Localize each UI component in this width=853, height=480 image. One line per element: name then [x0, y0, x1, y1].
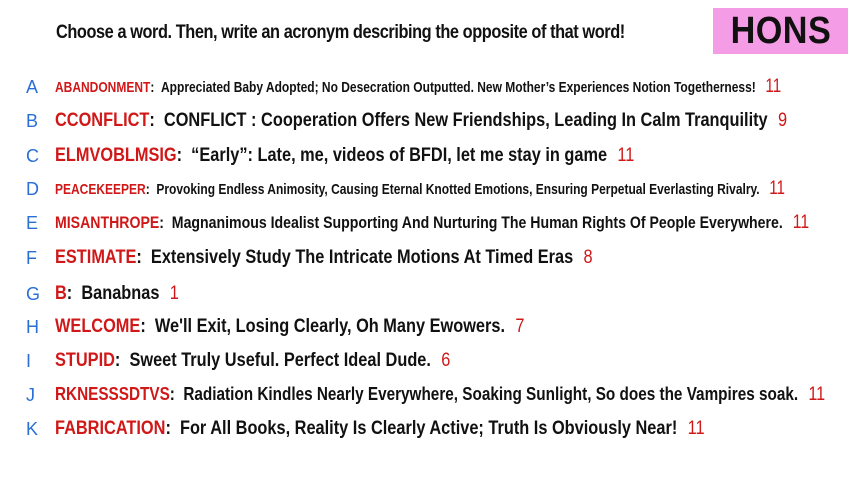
entry-acronym: Provoking Endless Animosity, Causing Ete…: [156, 181, 760, 198]
entry-acronym: Radiation Kindles Nearly Everywhere, Soa…: [183, 384, 799, 404]
entry-content: ESTIMATE: Extensively Study The Intricat…: [55, 247, 593, 269]
entry-content: ABANDONMENT: Appreciated Baby Adopted; N…: [55, 76, 781, 98]
entry-row: A ABANDONMENT: Appreciated Baby Adopted; …: [0, 72, 853, 102]
entry-letter-count: 11: [687, 418, 705, 439]
entry-letter: C: [26, 145, 39, 166]
badge-label: HONS: [730, 9, 831, 52]
entry-separator: :: [169, 384, 184, 404]
entry-content: CCONFLICT: CONFLICT : Cooperation Offers…: [55, 110, 787, 132]
entry-acronym: “Early”: Late, me, videos of BFDI, let m…: [191, 145, 608, 166]
entry-word: ELMVOBLMSIG: [55, 145, 177, 166]
entry-letter-count: 8: [583, 247, 593, 268]
entry-row: C ELMVOBLMSIG: “Early”: Late, me, videos …: [0, 141, 853, 171]
entry-content: B: Banabnas 1: [55, 283, 179, 305]
entry-letter-count: 11: [765, 76, 782, 97]
entry-content: STUPID: Sweet Truly Useful. Perfect Idea…: [55, 350, 450, 372]
entry-acronym: CONFLICT : Cooperation Offers New Friend…: [163, 110, 768, 131]
entry-separator: :: [145, 181, 157, 198]
entry-letter: J: [26, 384, 35, 405]
entry-letter: B: [26, 110, 39, 131]
entry-letter-count: 11: [617, 145, 635, 166]
entry-content: MISANTHROPE: Magnanimous Idealist Suppor…: [55, 212, 809, 234]
entry-word: PEACEKEEPER: [55, 181, 146, 198]
entry-separator: :: [165, 418, 180, 439]
entry-word: CCONFLICT: [55, 110, 150, 131]
entry-separator: :: [159, 213, 172, 232]
entry-separator: :: [114, 350, 130, 371]
entry-row: K FABRICATION: For All Books, Reality Is …: [0, 414, 853, 444]
entry-row: E MISANTHROPE: Magnanimous Idealist Suppo…: [0, 208, 853, 238]
entry-acronym: We'll Exit, Losing Clearly, Oh Many Ewow…: [154, 316, 505, 337]
entry-content: ELMVOBLMSIG: “Early”: Late, me, videos o…: [55, 145, 634, 167]
entry-word: STUPID: [55, 350, 115, 371]
entry-content: WELCOME: We'll Exit, Losing Clearly, Oh …: [55, 316, 524, 338]
entry-separator: :: [140, 316, 155, 337]
entry-separator: :: [136, 247, 151, 268]
entry-letter: I: [26, 350, 32, 371]
entry-content: RKNESSSDTVS: Radiation Kindles Nearly Ev…: [55, 384, 825, 406]
entry-word: WELCOME: [55, 316, 141, 337]
entry-acronym: Appreciated Baby Adopted; No Desecration…: [161, 79, 756, 96]
entry-letter: K: [26, 418, 39, 439]
entry-row: H WELCOME: We'll Exit, Losing Clearly, Oh…: [0, 312, 853, 342]
entry-letter: A: [26, 76, 39, 97]
entry-letter-count: 11: [792, 212, 810, 233]
entry-letter: E: [26, 212, 39, 233]
entry-separator: :: [149, 110, 164, 131]
entry-separator: :: [150, 79, 162, 96]
entry-row: J RKNESSSDTVS: Radiation Kindles Nearly E…: [0, 380, 853, 410]
entry-content: FABRICATION: For All Books, Reality Is C…: [55, 418, 705, 440]
entry-word: ABANDONMENT: [55, 79, 151, 96]
entry-word: B: [55, 283, 67, 304]
entry-word: RKNESSSDTVS: [55, 384, 170, 404]
entry-letter: F: [26, 247, 37, 268]
entry-letter: G: [26, 283, 41, 304]
entry-letter-count: 1: [169, 283, 179, 304]
entry-word: FABRICATION: [55, 418, 166, 439]
entry-acronym: Magnanimous Idealist Supporting And Nurt…: [171, 213, 783, 232]
entry-word: MISANTHROPE: [55, 213, 160, 232]
entry-separator: :: [176, 145, 192, 166]
entry-row: GB: Banabnas 1: [0, 279, 853, 309]
entry-separator: :: [66, 283, 82, 304]
entry-letter-count: 11: [769, 178, 785, 199]
entry-row: F ESTIMATE: Extensively Study The Intrica…: [0, 243, 853, 273]
entry-acronym: Banabnas: [81, 283, 160, 304]
entry-letter: H: [26, 316, 39, 337]
entry-letter-count: 11: [808, 384, 826, 405]
prompt-text: Choose a word. Then, write an acronym de…: [56, 22, 625, 43]
entry-letter-count: 6: [441, 350, 451, 371]
entry-letter-count: 7: [515, 316, 525, 337]
entry-word: ESTIMATE: [55, 247, 137, 268]
entry-acronym: Sweet Truly Useful. Perfect Ideal Dude.: [129, 350, 431, 371]
entry-acronym: Extensively Study The Intricate Motions …: [150, 247, 574, 268]
entry-acronym: For All Books, Reality Is Clearly Active…: [179, 418, 678, 439]
hons-badge: HONS: [713, 8, 848, 54]
entry-row: D PEACEKEEPER: Provoking Endless Animosit…: [0, 174, 853, 204]
entry-row: I STUPID: Sweet Truly Useful. Perfect Ide…: [0, 346, 853, 376]
entry-letter-count: 9: [777, 110, 788, 131]
entry-letter: D: [26, 178, 39, 199]
entry-row: B CCONFLICT: CONFLICT : Cooperation Offer…: [0, 106, 853, 136]
entry-content: PEACEKEEPER: Provoking Endless Animosity…: [55, 178, 785, 200]
